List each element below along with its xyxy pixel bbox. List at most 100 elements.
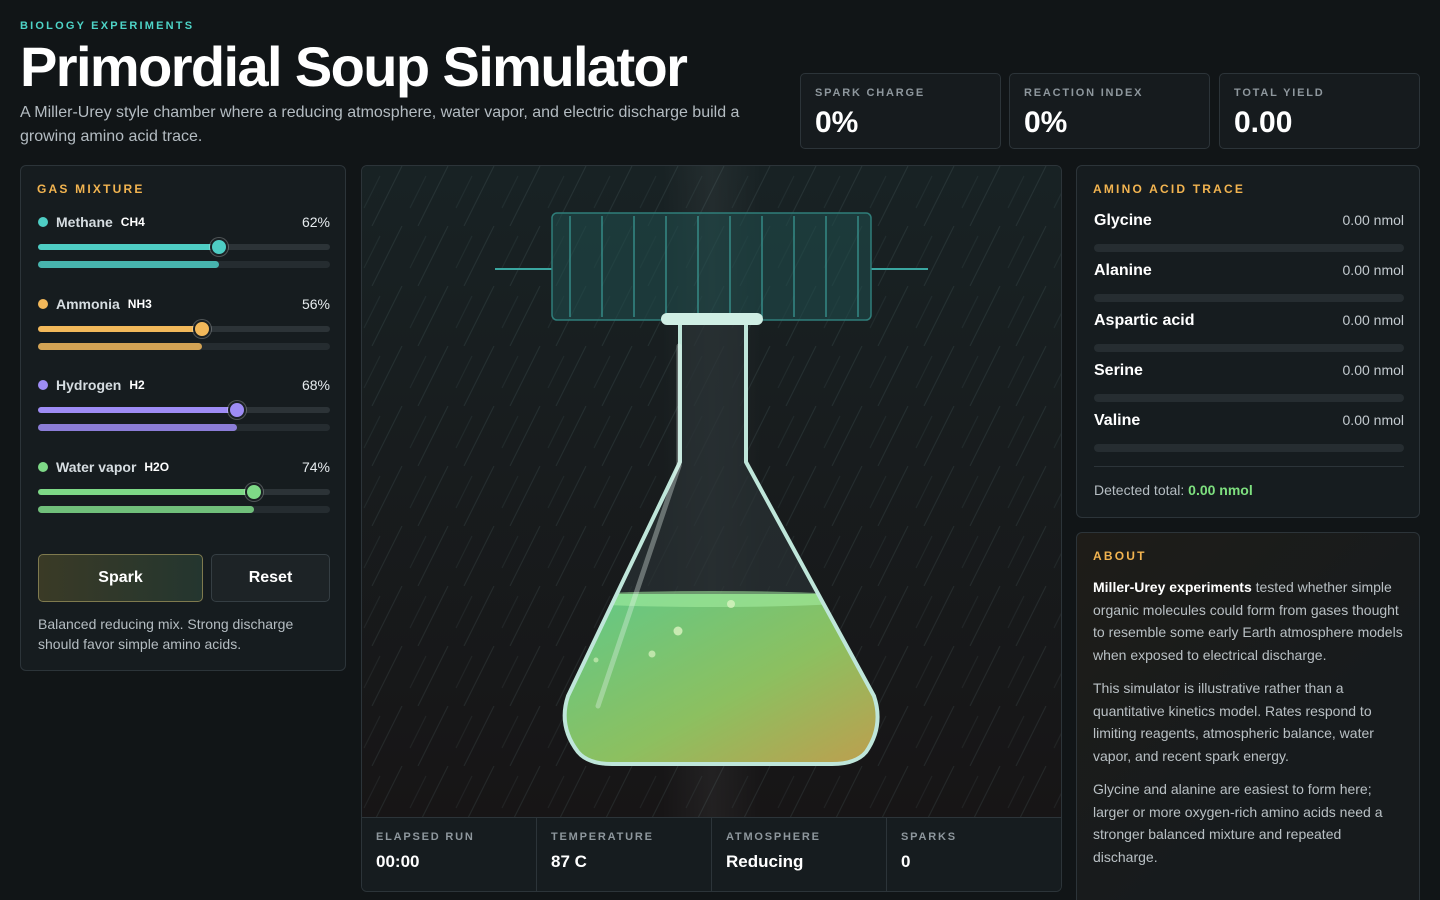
gas-formula: H2O: [144, 460, 170, 474]
gas-percent: 68%: [301, 377, 330, 393]
readout-value: Reducing: [726, 852, 804, 871]
stat-total-yield: TOTAL YIELD 0.00: [1219, 73, 1420, 149]
about-bold-term: Miller-Urey experiments: [1093, 579, 1252, 595]
level-fill: [38, 343, 202, 350]
amino-acid-trace-panel: AMINO ACID TRACE Glycine 0.00 nmol Alani…: [1076, 165, 1420, 518]
gas-hydrogen: Hydrogen H2 68%: [38, 375, 330, 431]
bubble: [727, 600, 735, 608]
amino-bar: [1094, 344, 1404, 352]
mixture-note: Balanced reducing mix. Strong discharge …: [38, 616, 294, 652]
stat-label: REACTION INDEX: [1024, 87, 1144, 99]
readout-value: 87 C: [551, 852, 587, 871]
bubble: [673, 626, 683, 636]
bubble: [648, 650, 656, 658]
gas-water-vapor: Water vapor H2O 74%: [38, 457, 330, 513]
chamber-illustration: [362, 166, 1061, 817]
reaction-chamber: ELAPSED RUN 00:00 TEMPERATURE 87 C ATMOS…: [361, 165, 1062, 892]
gas-mixture-panel: GAS MIXTURE Methane CH4 62% Ammonia NH3 …: [20, 165, 346, 671]
chamber-readouts: ELAPSED RUN 00:00 TEMPERATURE 87 C ATMOS…: [362, 817, 1061, 891]
water-vapor-level-bar: [38, 506, 330, 513]
bubble: [593, 657, 599, 663]
amino-serine: Serine 0.00 nmol: [1094, 362, 1404, 402]
electrode-coil: [495, 212, 928, 321]
divider: [1094, 466, 1404, 467]
methane-color-dot: [38, 217, 48, 227]
about-paragraph-1: Miller-Urey experiments tested whether s…: [1093, 576, 1403, 666]
stat-value: 0%: [1024, 106, 1068, 139]
amino-bar: [1094, 444, 1404, 452]
about-heading: ABOUT: [1093, 549, 1147, 563]
hydrogen-slider[interactable]: [38, 401, 330, 419]
page-title: Primordial Soup Simulator: [20, 35, 688, 98]
amino-value: 0.00 nmol: [1342, 312, 1404, 328]
amino-name: Serine: [1094, 362, 1143, 379]
hydrogen-color-dot: [38, 380, 48, 390]
readout-sparks: SPARKS 0: [887, 818, 1061, 891]
level-fill: [38, 261, 220, 268]
amino-name: Valine: [1094, 412, 1141, 429]
level-fill: [38, 424, 237, 431]
reset-button[interactable]: Reset: [211, 554, 330, 602]
amino-value: 0.00 nmol: [1342, 212, 1404, 228]
amino-name: Aspartic acid: [1094, 312, 1195, 329]
amino-glycine: Glycine 0.00 nmol: [1094, 212, 1404, 252]
stat-value: 0.00: [1234, 106, 1293, 139]
gas-name: Water vapor: [56, 459, 137, 475]
gas-mixture-heading: GAS MIXTURE: [37, 182, 145, 196]
level-fill: [38, 506, 255, 513]
amino-valine: Valine 0.00 nmol: [1094, 412, 1404, 452]
readout-label: SPARKS: [901, 831, 957, 843]
readout-label: ELAPSED RUN: [376, 831, 475, 843]
stat-reaction-index: REACTION INDEX 0%: [1009, 73, 1210, 149]
slider-handle[interactable]: [227, 401, 246, 419]
gas-formula: H2: [129, 378, 145, 392]
gas-methane: Methane CH4 62%: [38, 212, 330, 268]
readout-label: TEMPERATURE: [551, 831, 654, 843]
detected-total-value: 0.00 nmol: [1188, 482, 1253, 498]
spark-button[interactable]: Spark: [38, 554, 203, 602]
amino-value: 0.00 nmol: [1342, 362, 1404, 378]
readout-label: ATMOSPHERE: [726, 831, 821, 843]
methane-slider[interactable]: [38, 238, 330, 256]
hydrogen-level-bar: [38, 424, 330, 431]
readout-temperature: TEMPERATURE 87 C: [537, 818, 712, 891]
stat-spark-charge: SPARK CHARGE 0%: [800, 73, 1001, 149]
slider-handle[interactable]: [192, 320, 211, 338]
gas-formula: NH3: [127, 297, 152, 311]
stat-value: 0%: [815, 106, 859, 139]
slider-fill: [38, 326, 202, 332]
page-subtitle: A Miller-Urey style chamber where a redu…: [20, 104, 740, 145]
amino-value: 0.00 nmol: [1342, 262, 1404, 278]
methane-level-bar: [38, 261, 330, 268]
gas-percent: 62%: [301, 214, 330, 230]
slider-handle[interactable]: [245, 483, 264, 501]
amino-bar: [1094, 294, 1404, 302]
coil-housing: [551, 212, 872, 321]
ammonia-slider[interactable]: [38, 320, 330, 338]
stat-label: TOTAL YIELD: [1234, 87, 1325, 99]
slider-handle[interactable]: [210, 238, 229, 256]
amino-value: 0.00 nmol: [1342, 412, 1404, 428]
gas-percent: 74%: [301, 459, 330, 475]
amino-bar: [1094, 394, 1404, 402]
about-paragraph-3: Glycine and alanine are easiest to form …: [1093, 781, 1383, 865]
gas-name: Hydrogen: [56, 377, 122, 393]
stat-label: SPARK CHARGE: [815, 87, 926, 99]
amino-name: Glycine: [1094, 212, 1152, 229]
amino-name: Alanine: [1094, 262, 1152, 279]
ammonia-color-dot: [38, 299, 48, 309]
gas-ammonia: Ammonia NH3 56%: [38, 294, 330, 350]
amino-alanine: Alanine 0.00 nmol: [1094, 262, 1404, 302]
detected-total: Detected total: 0.00 nmol: [1094, 482, 1253, 498]
water-vapor-color-dot: [38, 462, 48, 472]
water-vapor-slider[interactable]: [38, 483, 330, 501]
amino-aspartic-acid: Aspartic acid 0.00 nmol: [1094, 312, 1404, 352]
gas-formula: CH4: [120, 215, 145, 229]
flask-rim: [661, 313, 763, 325]
about-panel: ABOUT Miller-Urey experiments tested whe…: [1076, 532, 1420, 900]
readout-elapsed-run: ELAPSED RUN 00:00: [362, 818, 537, 891]
eyebrow: BIOLOGY EXPERIMENTS: [20, 20, 195, 32]
readout-value: 00:00: [376, 852, 420, 871]
gas-name: Methane: [56, 214, 113, 230]
about-paragraph-2: This simulator is illustrative rather th…: [1093, 680, 1374, 764]
